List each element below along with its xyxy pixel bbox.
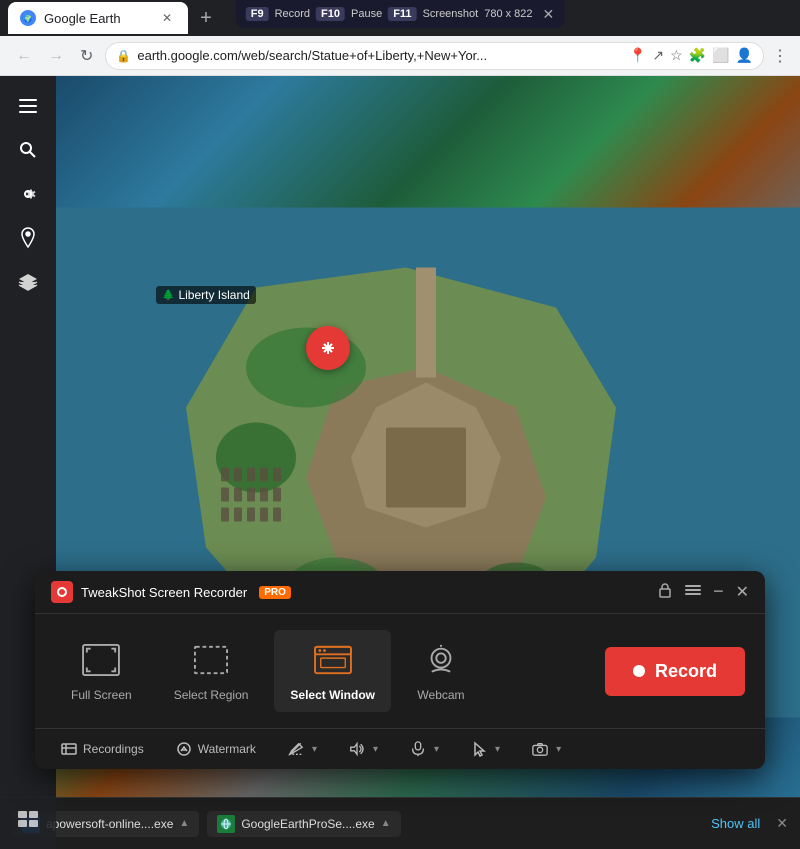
ge-bottom-icon[interactable]: [10, 801, 46, 837]
record-button-label: Record: [655, 661, 717, 682]
googleearth-chevron-icon: ▲: [381, 818, 391, 829]
recorder-title: TweakShot Screen Recorder: [81, 585, 247, 600]
ge-location-icon[interactable]: [10, 220, 46, 256]
camera-dropdown-icon: ▾: [556, 744, 561, 755]
content-area: Liberty Island Google 100%: [0, 76, 800, 849]
liberty-island-label: Liberty Island: [156, 286, 256, 304]
recorder-header: TweakShot Screen Recorder PRO: [35, 571, 765, 614]
recorder-logo: [51, 581, 73, 603]
statue-marker[interactable]: [306, 326, 350, 370]
pause-label: Pause: [351, 8, 382, 20]
select-region-mode[interactable]: Select Region: [158, 630, 265, 712]
capture-modes: Full Screen Select Region: [55, 630, 585, 712]
watermark-label: Watermark: [198, 742, 256, 756]
cursor-dropdown-icon: ▾: [495, 744, 500, 755]
full-screen-icon: [77, 640, 125, 680]
ge-search-icon[interactable]: [10, 132, 46, 168]
audio-button[interactable]: ▾: [343, 737, 384, 761]
pro-badge: PRO: [259, 586, 291, 599]
svg-text:🌍: 🌍: [24, 14, 33, 23]
close-recorder-button[interactable]: ✕: [736, 582, 749, 603]
microphone-dropdown-icon: ▾: [434, 744, 439, 755]
extension-icon[interactable]: 🧩: [689, 47, 706, 64]
pip-icon[interactable]: ⬜: [712, 47, 729, 64]
active-tab[interactable]: 🌍 Google Earth ✕: [8, 2, 188, 34]
location-icon[interactable]: 📍: [629, 47, 646, 64]
webcam-mode[interactable]: Webcam: [401, 630, 481, 712]
url-text: earth.google.com/web/search/Statue+of+Li…: [137, 48, 623, 63]
show-all-button[interactable]: Show all: [703, 812, 768, 835]
record-dot-icon: [633, 665, 645, 677]
recorder-body: Full Screen Select Region: [35, 614, 765, 728]
back-button[interactable]: ←: [12, 43, 36, 69]
f10-key[interactable]: F10: [316, 7, 345, 21]
googleearth-taskbar-icon: [217, 815, 235, 833]
select-window-label: Select Window: [290, 688, 375, 702]
menu-button[interactable]: ⋮: [772, 46, 788, 66]
taskbar: A apowersoft-online....exe ▲ GoogleEarth…: [0, 797, 800, 849]
omnibox[interactable]: 🔒 earth.google.com/web/search/Statue+of+…: [105, 42, 764, 70]
new-tab-button[interactable]: +: [192, 4, 220, 32]
taskbar-item-googleearth[interactable]: GoogleEarthProSe....exe ▲: [207, 811, 400, 837]
annotations-button[interactable]: ▾: [282, 737, 323, 761]
select-region-icon: [187, 640, 235, 680]
webcam-label: Webcam: [417, 688, 464, 702]
record-label: Record: [275, 8, 310, 20]
recorder-header-actions: − ✕: [657, 582, 749, 603]
lock-recorder-icon[interactable]: [657, 582, 673, 603]
apowersoft-chevron-icon: ▲: [179, 818, 189, 829]
recordings-label: Recordings: [83, 742, 144, 756]
record-button[interactable]: Record: [605, 647, 745, 696]
recording-toolbar-close[interactable]: ✕: [543, 6, 555, 23]
select-window-mode[interactable]: Select Window: [274, 630, 391, 712]
watermark-button[interactable]: Watermark: [170, 737, 262, 761]
cursor-button[interactable]: ▾: [465, 737, 506, 761]
browser-actions: ⋮: [772, 46, 788, 66]
webcam-icon: [417, 640, 465, 680]
annotations-dropdown-icon: ▾: [312, 744, 317, 755]
microphone-button[interactable]: ▾: [404, 737, 445, 761]
tab-close-button[interactable]: ✕: [158, 9, 176, 27]
googleearth-label: GoogleEarthProSe....exe: [241, 817, 374, 831]
menu-recorder-icon[interactable]: [685, 582, 701, 603]
forward-button[interactable]: →: [44, 43, 68, 69]
tab-favicon: 🌍: [20, 10, 36, 26]
minimize-recorder-button[interactable]: −: [713, 582, 724, 603]
share-icon[interactable]: ↗: [652, 47, 664, 64]
reload-button[interactable]: ↻: [76, 42, 97, 70]
apowersoft-label: apowersoft-online....exe: [46, 817, 173, 831]
recorder-panel: TweakShot Screen Recorder PRO: [35, 571, 765, 769]
tab-title: Google Earth: [44, 11, 121, 26]
recorder-footer: Recordings Watermark: [35, 728, 765, 769]
camera-button[interactable]: ▾: [526, 737, 567, 761]
ge-settings-icon[interactable]: [10, 176, 46, 212]
lock-icon: 🔒: [116, 49, 131, 63]
omnibox-bar: ← → ↻ 🔒 earth.google.com/web/search/Stat…: [0, 36, 800, 76]
recordings-button[interactable]: Recordings: [55, 737, 150, 761]
screenshot-label: Screenshot: [423, 8, 479, 20]
ge-menu-icon[interactable]: [10, 88, 46, 124]
ge-layers-icon[interactable]: [10, 264, 46, 300]
full-screen-mode[interactable]: Full Screen: [55, 630, 148, 712]
select-window-icon: [309, 640, 357, 680]
select-region-label: Select Region: [174, 688, 249, 702]
omnibox-actions: 📍 ↗ ☆ 🧩 ⬜ 👤: [629, 47, 753, 64]
dimensions-label: 780 x 822: [484, 8, 532, 20]
full-screen-label: Full Screen: [71, 688, 132, 702]
bookmark-icon[interactable]: ☆: [670, 47, 683, 64]
browser-frame: F9 Record F10 Pause F11 Screenshot 780 x…: [0, 0, 800, 849]
taskbar-close-button[interactable]: ✕: [776, 815, 788, 832]
audio-dropdown-icon: ▾: [373, 744, 378, 755]
profile-icon[interactable]: 👤: [736, 47, 753, 64]
f9-key[interactable]: F9: [246, 7, 269, 21]
f11-key[interactable]: F11: [388, 7, 416, 21]
recording-toolbar: F9 Record F10 Pause F11 Screenshot 780 x…: [236, 0, 565, 28]
